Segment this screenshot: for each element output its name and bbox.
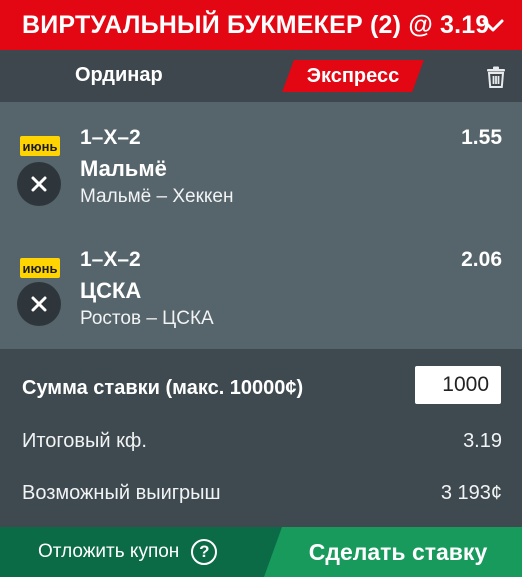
stake-label: Сумма ставки (макс. 10000¢) [22, 377, 304, 399]
possible-win-label: Возможный выигрыш [22, 482, 221, 504]
bet-type-tabs: Ординар Экспресс [0, 50, 522, 102]
bet-event: Ростов – ЦСКА [80, 308, 214, 329]
help-icon[interactable]: ? [191, 539, 218, 565]
total-odds-value: 3.19 [463, 430, 502, 452]
bet-selection: ЦСКА [80, 278, 142, 303]
close-icon [31, 296, 47, 312]
month-badge: июнь [20, 136, 60, 156]
month-badge: июнь [20, 258, 60, 278]
chevron-down-icon[interactable] [480, 12, 506, 38]
bet-market: 1–Х–2 [80, 248, 141, 271]
total-odds-label: Итоговый кф. [22, 430, 147, 452]
bet-summary: Сумма ставки (макс. 10000¢) Итоговый кф.… [0, 349, 522, 527]
remove-bet-button[interactable] [17, 162, 61, 206]
betslip-header[interactable]: ВИРТУАЛЬНЫЙ БУКМЕКЕР (2) @ 3.19 [0, 0, 522, 50]
bet-odds: 2.06 [461, 248, 502, 271]
tab-express-label: Экспресс [306, 64, 400, 87]
betslip-title: ВИРТУАЛЬНЫЙ БУКМЕКЕР (2) @ 3.19 [22, 10, 490, 39]
postpone-coupon-label: Отложить купон [38, 541, 180, 562]
stake-input[interactable] [415, 366, 501, 404]
place-bet-label: Сделать ставку [308, 538, 488, 565]
tab-single[interactable]: Ординар [75, 64, 163, 87]
postpone-coupon-button[interactable]: Отложить купон ? [0, 527, 270, 577]
bet-odds: 1.55 [461, 126, 502, 149]
bet-event: Мальмё – Хеккен [80, 186, 234, 207]
betslip-footer: Отложить купон ? Сделать ставку [0, 527, 522, 577]
bet-item: июнь 1–Х–2 1.55 Мальмё Мальмё – Хеккен [0, 114, 522, 224]
bet-list: июнь 1–Х–2 1.55 Мальмё Мальмё – Хеккен и… [0, 102, 522, 349]
trash-icon[interactable] [486, 66, 506, 88]
remove-bet-button[interactable] [17, 282, 61, 326]
tab-express[interactable]: Экспресс [282, 60, 424, 92]
bet-selection: Мальмё [80, 156, 167, 181]
possible-win-value: 3 193¢ [440, 482, 502, 504]
place-bet-button[interactable]: Сделать ставку [264, 527, 522, 577]
bet-market: 1–Х–2 [80, 126, 141, 149]
close-icon [31, 176, 47, 192]
bet-item: июнь 1–Х–2 2.06 ЦСКА Ростов – ЦСКА [0, 236, 522, 346]
